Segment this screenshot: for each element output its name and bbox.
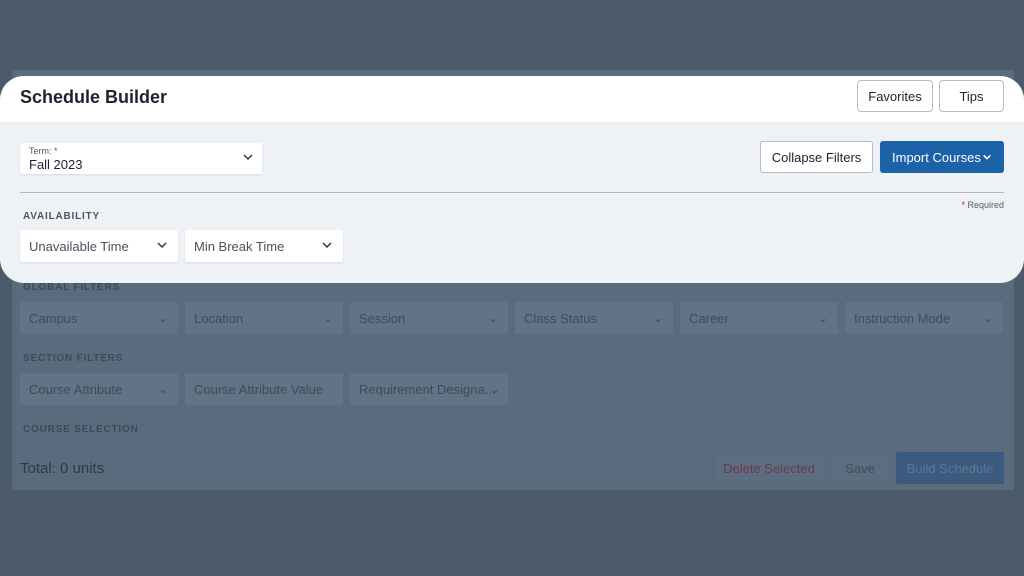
save-button[interactable]: Save	[830, 452, 890, 484]
global-filters-heading: GLOBAL FILTERS	[23, 282, 120, 293]
chevron-down-icon	[157, 242, 167, 249]
min-break-time-label: Min Break Time	[194, 239, 285, 254]
tips-button[interactable]: Tips	[939, 80, 1004, 112]
session-select-label: Session	[359, 311, 406, 326]
chevron-down-icon: ⌄	[817, 311, 828, 325]
required-asterisk: *	[961, 200, 965, 210]
collapse-filters-button[interactable]: Collapse Filters	[760, 141, 873, 173]
course-attribute-select-label: Course Attribute	[29, 382, 123, 397]
spotlight-card: Schedule Builder Favorites Tips Term: * …	[0, 76, 1024, 283]
course-attribute-value-select-label: Course Attribute Value	[194, 382, 324, 397]
course-selection-heading: COURSE SELECTION	[23, 424, 139, 435]
page-header: Schedule Builder Favorites Tips	[0, 76, 1024, 122]
unavailable-time-label: Unavailable Time	[29, 239, 129, 254]
chevron-down-icon: ⌄	[982, 311, 993, 325]
career-select[interactable]: Career ⌄	[680, 302, 838, 334]
chevron-down-icon: ⌄	[322, 311, 333, 325]
location-select-label: Location	[194, 311, 244, 326]
location-select[interactable]: Location ⌄	[185, 302, 343, 334]
instruction-mode-select-label: Instruction Mode	[854, 311, 951, 326]
required-asterisk: *	[54, 146, 58, 156]
class-status-select[interactable]: Class Status ⌄	[515, 302, 673, 334]
chevron-down-icon	[243, 154, 253, 161]
page-title: Schedule Builder	[20, 87, 168, 107]
import-courses-label: Import Courses	[892, 150, 981, 165]
total-units: Total: 0 units	[20, 460, 105, 477]
chevron-down-icon: ⌄	[157, 311, 168, 325]
availability-heading: AVAILABILITY	[23, 211, 101, 222]
chevron-down-icon: ⌄	[157, 382, 168, 396]
chevron-down-icon: ⌄	[487, 311, 498, 325]
chevron-down-icon: ⌄	[652, 311, 663, 325]
course-attribute-select[interactable]: Course Attribute ⌄	[20, 373, 178, 405]
career-select-label: Career	[689, 311, 729, 326]
required-note-text: Required	[967, 200, 1004, 210]
chevron-down-icon	[983, 154, 991, 160]
term-select[interactable]: Term: * Fall 2023	[20, 143, 262, 174]
instruction-mode-select[interactable]: Instruction Mode ⌄	[845, 302, 1003, 334]
campus-select[interactable]: Campus ⌄	[20, 302, 178, 334]
term-label: Term: *	[29, 146, 58, 156]
delete-selected-button[interactable]: Delete Selected	[715, 452, 823, 484]
chevron-down-icon: ⌄	[489, 382, 500, 396]
section-filters-heading: SECTION FILTERS	[23, 353, 124, 364]
requirement-designation-select[interactable]: Requirement Designa... ⌄	[350, 373, 508, 405]
course-attribute-value-select[interactable]: Course Attribute Value	[185, 373, 343, 405]
required-note: * Required	[961, 200, 1004, 210]
unavailable-time-select[interactable]: Unavailable Time	[20, 230, 178, 262]
term-label-text: Term:	[29, 146, 52, 156]
session-select[interactable]: Session ⌄	[350, 302, 508, 334]
build-schedule-button[interactable]: Build Schedule	[896, 452, 1004, 484]
requirement-designation-select-label: Requirement Designa...	[359, 382, 496, 397]
chevron-down-icon	[322, 242, 332, 249]
min-break-time-select[interactable]: Min Break Time	[185, 230, 343, 262]
import-courses-button[interactable]: Import Courses	[880, 141, 1004, 173]
campus-select-label: Campus	[29, 311, 78, 326]
term-value: Fall 2023	[29, 157, 83, 172]
class-status-select-label: Class Status	[524, 311, 597, 326]
favorites-button[interactable]: Favorites	[857, 80, 933, 112]
divider	[20, 192, 1004, 193]
